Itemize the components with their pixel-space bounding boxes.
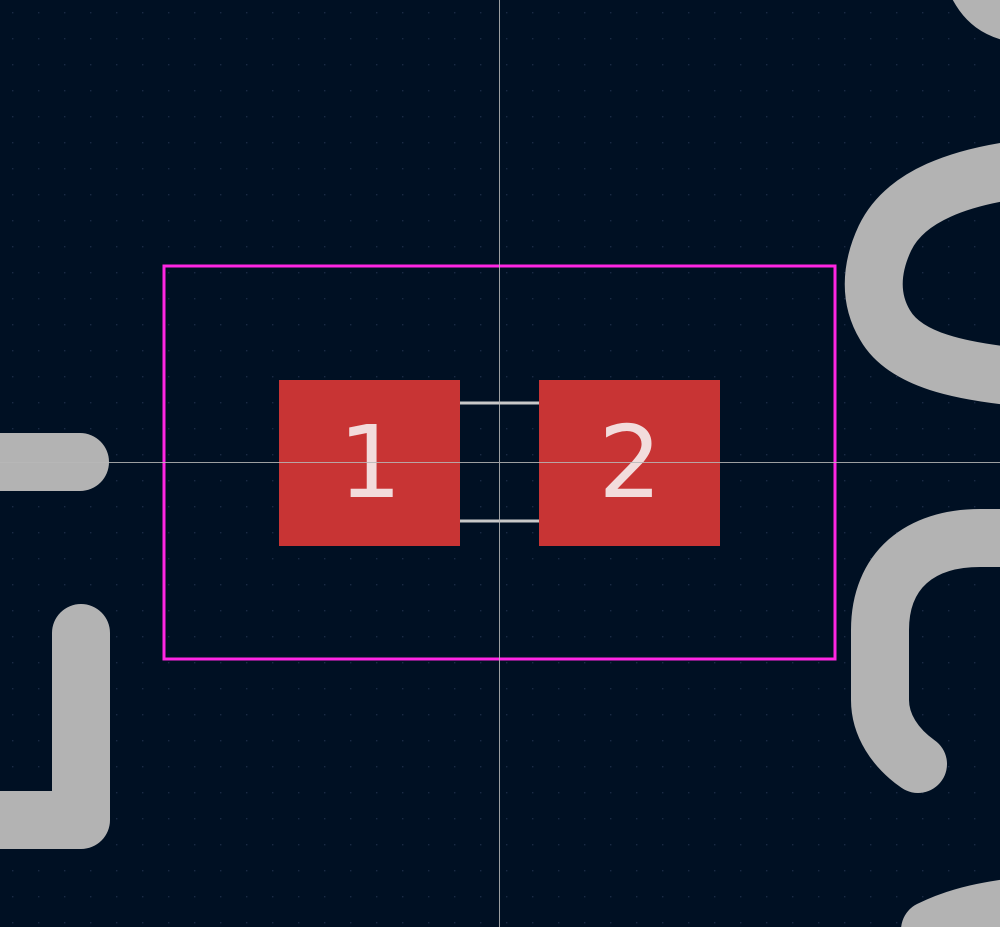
pcb-footprint-canvas[interactable]: 1 2 [0,0,1000,927]
track-right-top-corner [953,0,1000,40]
track-right-bottom-corner [901,879,1000,927]
